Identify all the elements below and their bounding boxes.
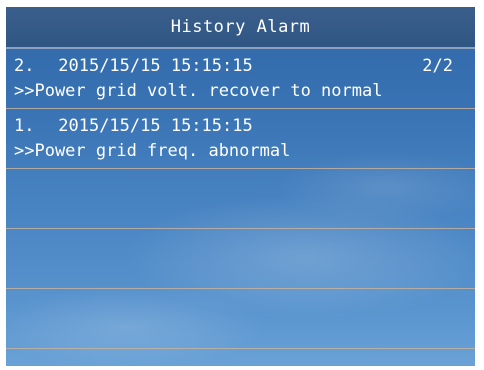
alarm-row[interactable]: 2. 2015/15/15 15:15:15 2/2 >>Power grid … — [6, 49, 475, 109]
alarm-row-header: 2. 2015/15/15 15:15:15 2/2 — [14, 54, 465, 78]
alarm-row-header: 1. 2015/15/15 15:15:15 — [14, 114, 465, 138]
alarm-timestamp: 2015/15/15 15:15:15 — [58, 116, 253, 136]
alarm-message: >>Power grid freq. abnormal — [14, 141, 291, 161]
page-title: History Alarm — [170, 17, 311, 37]
empty-row — [6, 169, 475, 229]
alarm-row[interactable]: 1. 2015/15/15 15:15:15 >>Power grid freq… — [6, 109, 475, 169]
alarm-screen: History Alarm 2. 2015/15/15 15:15:15 2/2… — [6, 7, 475, 366]
alarm-message: >>Power grid volt. recover to normal — [14, 81, 383, 101]
alarm-index: 2. — [14, 56, 35, 76]
alarm-timestamp: 2015/15/15 15:15:15 — [58, 56, 253, 76]
empty-row — [6, 289, 475, 349]
title-bar: History Alarm — [6, 7, 475, 49]
alarm-index: 1. — [14, 116, 35, 136]
page-indicator: 2/2 — [422, 56, 453, 76]
empty-row — [6, 229, 475, 289]
